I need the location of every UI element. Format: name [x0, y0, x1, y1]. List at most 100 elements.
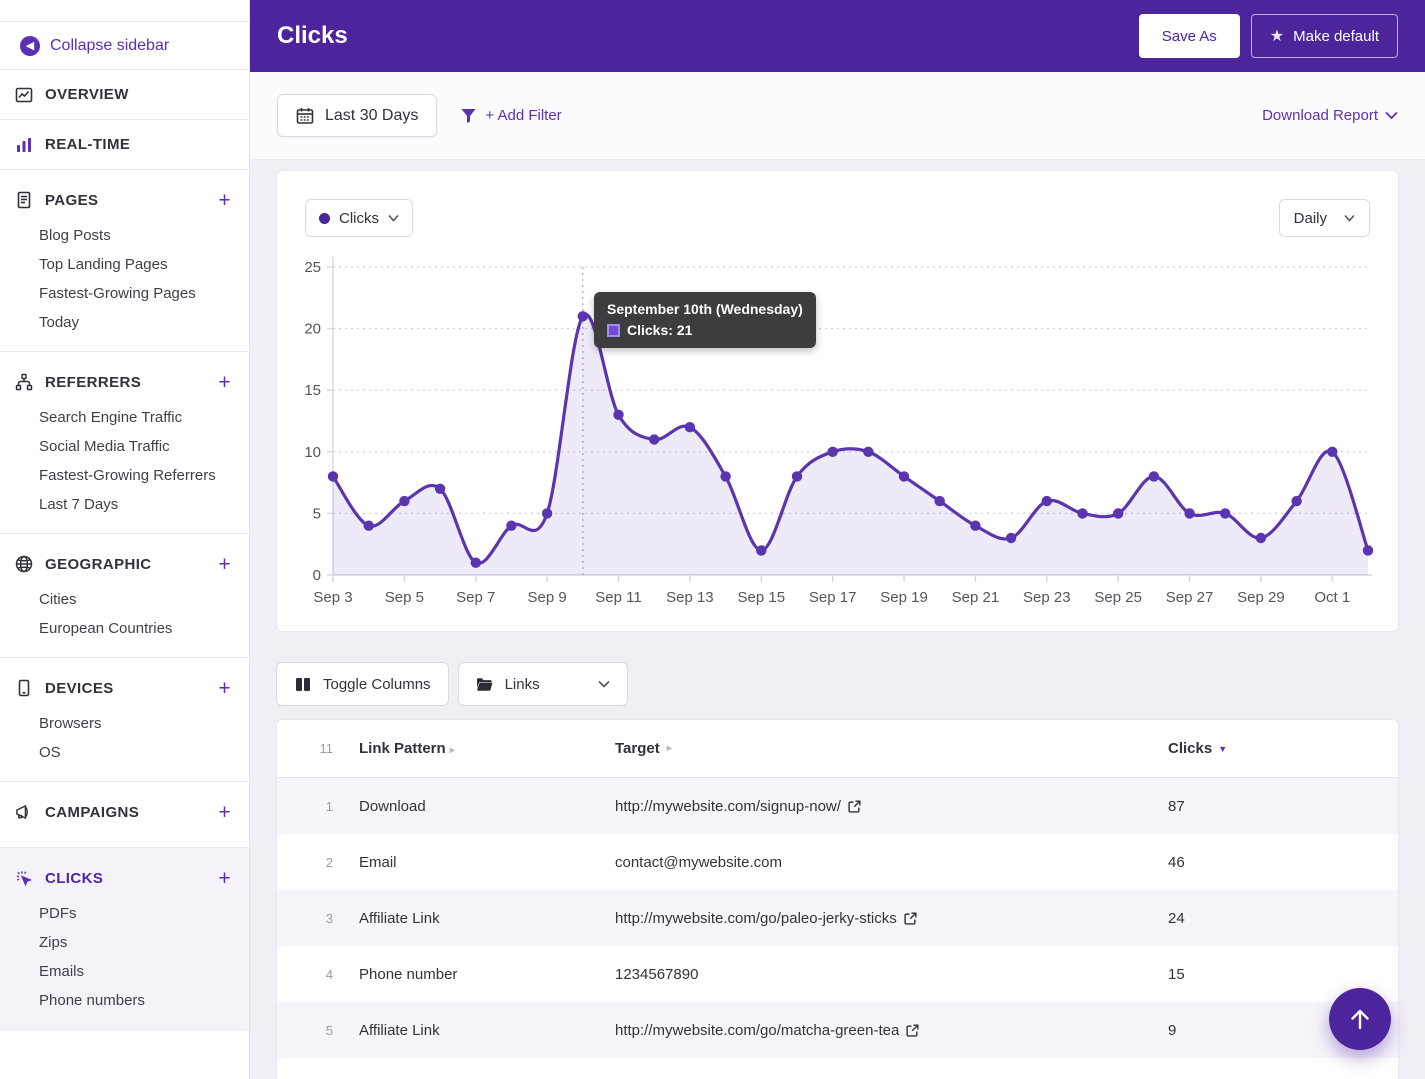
devices-add-button[interactable]: + — [218, 678, 231, 699]
sidebar-item-fastest-growing-referrers[interactable]: Fastest-Growing Referrers — [0, 461, 249, 490]
sidebar-item-search-engine-traffic[interactable]: Search Engine Traffic — [0, 403, 249, 432]
data-point[interactable]: Sep 19: 8 — [899, 471, 909, 481]
sidebar-item-top-landing-pages[interactable]: Top Landing Pages — [0, 250, 249, 279]
links-dropdown[interactable]: Links — [458, 662, 628, 706]
x-tick-label: Sep 23 — [1023, 589, 1071, 606]
data-point[interactable]: Sep 27: 5 — [1184, 508, 1194, 518]
metric-dropdown[interactable]: Clicks — [305, 199, 413, 237]
table-row[interactable]: 4Phone number123456789015 — [277, 946, 1398, 1002]
data-point[interactable]: Sep 22: 3 — [1006, 533, 1016, 543]
sidebar-item-browsers[interactable]: Browsers — [0, 709, 249, 738]
external-link-icon[interactable] — [906, 1024, 919, 1037]
toggle-columns-button[interactable]: Toggle Columns — [276, 662, 449, 706]
scroll-to-top-button[interactable] — [1329, 988, 1391, 1050]
data-point[interactable]: Sep 11: 13 — [613, 410, 623, 420]
sidebar-group-header-pages[interactable]: PAGES + — [0, 179, 249, 221]
sidebar-item-fastest-growing-pages[interactable]: Fastest-Growing Pages — [0, 279, 249, 308]
tooltip-date: September 10th (Wednesday) — [607, 301, 803, 317]
sidebar-item-zips[interactable]: Zips — [0, 928, 249, 957]
sidebar-group-label: PAGES — [45, 192, 98, 209]
data-point[interactable]: Sep 18: 10 — [863, 447, 873, 457]
data-point[interactable]: Oct 2: 2 — [1363, 545, 1373, 555]
sidebar-item-today[interactable]: Today — [0, 308, 249, 337]
column-clicks[interactable]: Clicks ▼ — [1168, 740, 1398, 757]
link-pattern-cell: Phone number — [333, 966, 615, 983]
sidebar-item-real-time[interactable]: REAL-TIME — [0, 120, 249, 170]
table-row[interactable]: 5Affiliate Linkhttp://mywebsite.com/go/m… — [277, 1002, 1398, 1058]
campaigns-add-button[interactable]: + — [218, 802, 231, 823]
download-report-button[interactable]: Download Report — [1262, 107, 1398, 124]
data-point[interactable]: Sep 24: 5 — [1077, 508, 1087, 518]
save-as-button[interactable]: Save As — [1139, 14, 1240, 58]
data-point[interactable]: Sep 29: 3 — [1256, 533, 1266, 543]
x-tick-label: Sep 7 — [456, 589, 495, 606]
sidebar-item-european-countries[interactable]: European Countries — [0, 614, 249, 643]
sidebar-group-header-referrers[interactable]: REFERRERS + — [0, 361, 249, 403]
data-point[interactable]: Sep 7: 1 — [471, 558, 481, 568]
table-row[interactable]: 6Affiliate Linkhttp://mywebsite.com/go/8 — [277, 1058, 1398, 1079]
data-point[interactable]: Sep 9: 5 — [542, 508, 552, 518]
data-point[interactable]: Sep 26: 8 — [1149, 471, 1159, 481]
table-row[interactable]: 2Emailcontact@mywebsite.com46 — [277, 834, 1398, 890]
external-link-icon[interactable] — [904, 912, 917, 925]
collapse-arrow-icon: ◀ — [20, 36, 40, 56]
sidebar-group-header-devices[interactable]: DEVICES + — [0, 667, 249, 709]
data-point[interactable]: Oct 1: 10 — [1327, 447, 1337, 457]
data-point[interactable]: Sep 8: 4 — [506, 521, 516, 531]
table-row[interactable]: 1Downloadhttp://mywebsite.com/signup-now… — [277, 778, 1398, 834]
data-point[interactable]: Sep 3: 8 — [328, 471, 338, 481]
sidebar-group-header-clicks[interactable]: CLICKS + — [0, 857, 249, 899]
sidebar-group-label: CLICKS — [45, 870, 103, 887]
sidebar-group-header-campaigns[interactable]: CAMPAIGNS + — [0, 791, 249, 833]
data-point[interactable]: Sep 21: 4 — [970, 521, 980, 531]
data-point[interactable]: Sep 14: 8 — [720, 471, 730, 481]
data-point[interactable]: Sep 6: 7 — [435, 484, 445, 494]
sidebar-item-pdfs[interactable]: PDFs — [0, 899, 249, 928]
sidebar-group-header-geographic[interactable]: GEOGRAPHIC + — [0, 543, 249, 585]
make-default-button[interactable]: ★ Make default — [1251, 14, 1398, 58]
clicks-add-button[interactable]: + — [218, 868, 231, 889]
sidebar-item-blog-posts[interactable]: Blog Posts — [0, 221, 249, 250]
target-cell: 1234567890 — [615, 966, 1168, 983]
external-link-icon[interactable] — [848, 800, 861, 813]
data-point[interactable]: Sep 15: 2 — [756, 545, 766, 555]
series-area — [333, 314, 1368, 575]
link-pattern-cell: Download — [333, 798, 615, 815]
sidebar-item-os[interactable]: OS — [0, 738, 249, 767]
data-point[interactable]: Sep 17: 10 — [828, 447, 838, 457]
data-point[interactable]: Sep 30: 6 — [1291, 496, 1301, 506]
date-range-button[interactable]: Last 30 Days — [277, 94, 437, 137]
add-filter-button[interactable]: + Add Filter — [459, 107, 561, 125]
table-row[interactable]: 3Affiliate Linkhttp://mywebsite.com/go/p… — [277, 890, 1398, 946]
referrers-add-button[interactable]: + — [218, 372, 231, 393]
interval-dropdown[interactable]: Daily — [1279, 199, 1370, 237]
clicks-cell: 24 — [1168, 910, 1398, 927]
column-target[interactable]: Target ▸ — [615, 740, 1168, 757]
data-point[interactable]: Sep 25: 5 — [1113, 508, 1123, 518]
clicks-line-chart[interactable]: 0510152025Sep 3Sep 5Sep 7Sep 9Sep 11Sep … — [277, 171, 1398, 631]
series-color-dot — [319, 213, 330, 224]
data-point[interactable]: Sep 12: 11 — [649, 434, 659, 444]
sidebar-item-emails[interactable]: Emails — [0, 957, 249, 986]
data-point[interactable]: Sep 16: 8 — [792, 471, 802, 481]
data-point[interactable]: Sep 4: 4 — [364, 521, 374, 531]
table-header-row: 11 Link Pattern ▸ Target ▸ Clicks ▼ — [277, 720, 1398, 778]
collapse-sidebar-button[interactable]: ◀ Collapse sidebar — [0, 22, 249, 70]
sidebar-item-phone-numbers[interactable]: Phone numbers — [0, 986, 249, 1015]
data-point[interactable]: Sep 20: 6 — [935, 496, 945, 506]
sidebar-item-overview[interactable]: OVERVIEW — [0, 70, 249, 120]
data-point[interactable]: Sep 23: 6 — [1042, 496, 1052, 506]
sidebar-item-cities[interactable]: Cities — [0, 585, 249, 614]
sidebar-item-social-media-traffic[interactable]: Social Media Traffic — [0, 432, 249, 461]
pages-add-button[interactable]: + — [218, 190, 231, 211]
sidebar-item-last-7-days[interactable]: Last 7 Days — [0, 490, 249, 519]
metric-label: Clicks — [339, 210, 379, 227]
data-point[interactable]: Sep 28: 5 — [1220, 508, 1230, 518]
funnel-icon — [459, 107, 477, 125]
data-point[interactable]: Sep 13: 12 — [685, 422, 695, 432]
data-point[interactable]: Sep 10: 21 — [578, 311, 588, 321]
data-point[interactable]: Sep 5: 6 — [399, 496, 409, 506]
geographic-add-button[interactable]: + — [218, 554, 231, 575]
sidebar: ◀ Collapse sidebar OVERVIEW REAL-TIME PA… — [0, 0, 250, 1079]
column-link-pattern[interactable]: Link Pattern ▸ — [333, 740, 615, 757]
